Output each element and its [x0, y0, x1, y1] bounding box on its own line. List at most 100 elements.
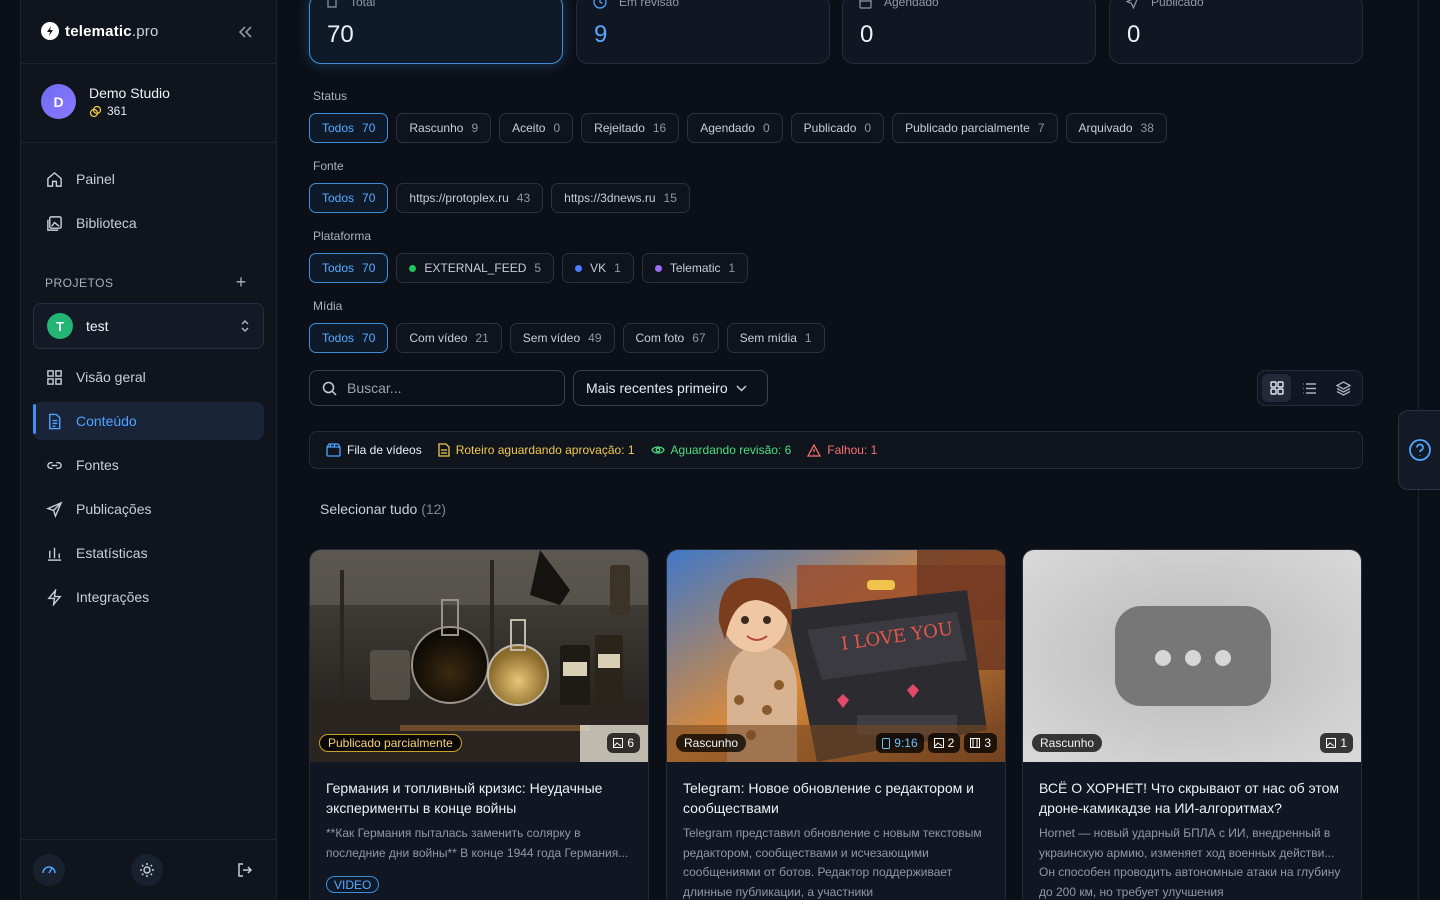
chip-status-rascunho[interactable]: Rascunho 9: [396, 113, 492, 143]
active-indicator: [33, 404, 36, 434]
chip-midia-sem-video[interactable]: Sem vídeo 49: [509, 323, 615, 353]
card-media-meta: 6: [607, 733, 640, 753]
stat-label: Em revisão: [593, 0, 679, 9]
status-filter-chips: Todos 70 Rascunho 9 Aceito 0 Rejeitado 16 Ag…: [309, 113, 1167, 143]
chip-plataforma-todos[interactable]: Todos 70: [309, 253, 389, 283]
plataforma-filter-chips: Todos 70 EXTERNAL_FEED 5 VK 1 Telematic 1: [309, 253, 749, 283]
chip-plataforma-vk[interactable]: VK 1: [562, 253, 634, 283]
nav-label: Biblioteca: [76, 215, 137, 231]
brand[interactable]: telematic.pro: [41, 22, 159, 40]
nav-item-painel[interactable]: Painel: [33, 160, 264, 198]
logout-icon[interactable]: [229, 854, 261, 886]
project-name: test: [86, 318, 109, 334]
video-aspect-ratio: 9:16: [876, 733, 924, 753]
stat-label: Publicado: [1126, 0, 1204, 9]
grid-icon: [47, 369, 62, 385]
layers-view-icon[interactable]: [1329, 374, 1358, 402]
filter-label-fonte: Fonte: [313, 159, 344, 173]
queue-awaiting-review[interactable]: Aguardando revisão: 6: [650, 443, 791, 457]
chip-status-arquivado[interactable]: Arquivado 38: [1065, 113, 1167, 143]
nav-item-visao-geral[interactable]: Visão geral: [33, 358, 264, 396]
content-card[interactable]: Rascunho 1 ВСЁ О ХОРНЕТ! Что скрывают от…: [1022, 549, 1362, 900]
nav-item-publicacoes[interactable]: Publicações: [33, 490, 264, 528]
nav-item-estatisticas[interactable]: Estatísticas: [33, 534, 264, 572]
telematic-logo-icon: [41, 22, 59, 40]
card-thumbnail-illustration: I LOVE YOU: [667, 550, 1005, 762]
filter-label-midia: Mídia: [313, 299, 343, 313]
stat-card-total[interactable]: Total 70: [309, 0, 563, 64]
video-queue-link[interactable]: Fila de vídeos: [326, 443, 422, 457]
queue-title: Fila de vídeos: [347, 443, 422, 457]
select-all-button[interactable]: Selecionar tudo (12): [320, 501, 446, 517]
list-view-icon[interactable]: [1295, 374, 1324, 402]
image-icon: [933, 738, 944, 748]
sidebar: telematic.pro D Demo Studio 361 Painel B…: [20, 0, 277, 900]
speed-gauge-icon[interactable]: [33, 854, 65, 886]
studio-switcher[interactable]: D Demo Studio 361: [41, 84, 170, 119]
queue-failed[interactable]: Falhou: 1: [807, 443, 877, 457]
chip-midia-com-video[interactable]: Com vídeo 21: [396, 323, 502, 353]
eye-icon: [650, 446, 665, 454]
chip-fonte-3dnews[interactable]: https://3dnews.ru 15: [551, 183, 690, 213]
grid-view-icon[interactable]: [1262, 374, 1292, 402]
card-media-meta: 9:16 2 3: [876, 733, 997, 753]
stat-card-em-revisao[interactable]: Em revisão 9: [576, 0, 830, 64]
search-input[interactable]: Buscar...: [309, 370, 565, 406]
link-icon: [47, 461, 62, 469]
chip-status-todos[interactable]: Todos 70: [309, 113, 389, 143]
card-description: Telegram представил обновление с новым т…: [683, 826, 982, 899]
search-placeholder: Buscar...: [347, 380, 402, 396]
sort-label: Mais recentes primeiro: [586, 380, 728, 396]
theme-sun-icon[interactable]: [131, 854, 163, 886]
divider: [21, 142, 276, 143]
studio-name: Demo Studio: [89, 85, 170, 101]
document-icon: [438, 443, 450, 457]
stat-label: Total: [326, 0, 375, 9]
help-icon[interactable]: [1398, 410, 1440, 490]
chip-midia-sem-midia[interactable]: Sem mídia 1: [726, 323, 825, 353]
nav-item-fontes[interactable]: Fontes: [33, 446, 264, 484]
stat-card-agendado[interactable]: Agendado 0: [842, 0, 1096, 64]
document-icon: [49, 413, 61, 429]
stat-card-publicado[interactable]: Publicado 0: [1109, 0, 1363, 64]
content-card[interactable]: Publicado parcialmente 6 Германия и топл…: [309, 549, 649, 900]
chip-fonte-todos[interactable]: Todos 70: [309, 183, 389, 213]
chip-status-aceito[interactable]: Aceito 0: [499, 113, 574, 143]
filter-label-status: Status: [313, 89, 348, 103]
content-card[interactable]: I LOVE YOU Rascunho 9:16 2 3 Telegram: Н…: [666, 549, 1006, 900]
chip-plataforma-external-feed[interactable]: EXTERNAL_FEED 5: [396, 253, 555, 283]
sort-select[interactable]: Mais recentes primeiro: [573, 370, 768, 406]
project-selector[interactable]: T test: [33, 303, 264, 349]
card-thumbnail-placeholder: [1023, 550, 1361, 762]
card-title: Telegram: Новое обновление с редактором …: [683, 780, 974, 816]
chip-status-publicado[interactable]: Publicado 0: [790, 113, 885, 143]
search-icon: [322, 381, 337, 396]
image-count: 2: [927, 733, 961, 753]
collapse-sidebar-icon[interactable]: [235, 22, 257, 42]
status-badge: Publicado parcialmente: [319, 734, 462, 752]
chip-fonte-protoplex[interactable]: https://protoplex.ru 43: [396, 183, 544, 213]
card-thumbnail-lab: [310, 550, 648, 762]
fonte-filter-chips: Todos 70 https://protoplex.ru 43 https://3…: [309, 183, 690, 213]
nav-item-biblioteca[interactable]: Biblioteca: [33, 204, 264, 242]
queue-script-pending[interactable]: Roteiro aguardando aprovação: 1: [438, 443, 635, 457]
queue-script-pending-label: Roteiro aguardando aprovação: 1: [455, 443, 635, 457]
nav-item-conteudo[interactable]: Conteúdo: [33, 402, 264, 440]
nav-item-integracoes[interactable]: Integrações: [33, 578, 264, 616]
add-project-icon[interactable]: +: [232, 272, 250, 292]
chip-status-agendado[interactable]: Agendado 0: [687, 113, 783, 143]
card-media-meta: 1: [1320, 733, 1353, 753]
midia-filter-chips: Todos 70 Com vídeo 21 Sem vídeo 49 Com foto…: [309, 323, 825, 353]
chip-status-rejeitado[interactable]: Rejeitado 16: [581, 113, 680, 143]
avatar: D: [41, 84, 76, 119]
chip-plataforma-telematic[interactable]: Telematic 1: [641, 253, 749, 283]
nav-label: Visão geral: [76, 369, 146, 385]
chip-midia-com-foto[interactable]: Com foto 67: [622, 323, 719, 353]
filter-label-plataforma: Plataforma: [313, 229, 372, 243]
project-avatar: T: [47, 313, 73, 339]
nav-label: Painel: [76, 171, 115, 187]
nav-label: Fontes: [76, 457, 119, 473]
chip-status-publicado-parcialmente[interactable]: Publicado parcialmente 7: [892, 113, 1058, 143]
nav-label: Conteúdo: [76, 413, 137, 429]
chip-midia-todos[interactable]: Todos 70: [309, 323, 389, 353]
